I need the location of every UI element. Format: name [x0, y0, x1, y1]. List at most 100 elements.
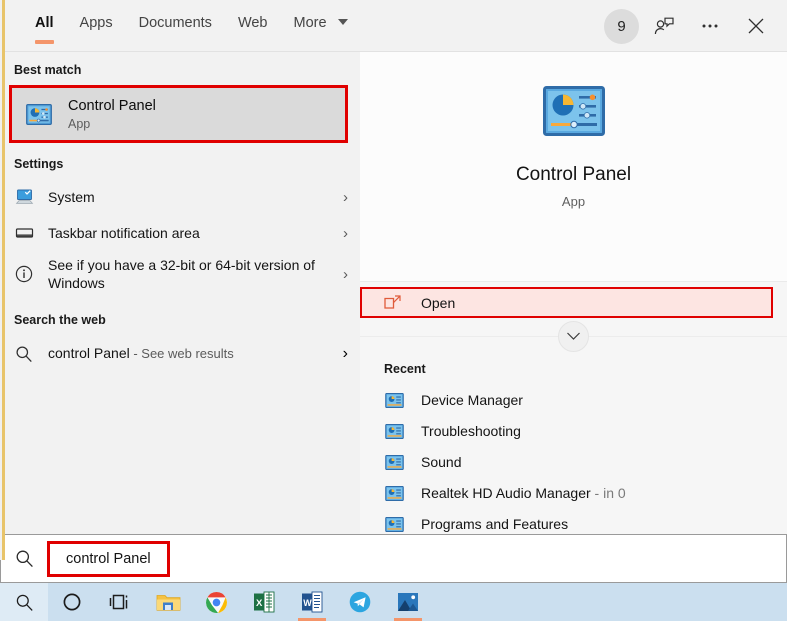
chevron-right-icon: › [343, 225, 348, 242]
filter-tabs: All Apps Documents Web More [22, 0, 361, 52]
control-panel-icon [385, 424, 404, 439]
tab-more-label: More [294, 15, 327, 31]
taskbar-excel-button[interactable]: X [240, 583, 288, 621]
taskbar-telegram-button[interactable] [336, 583, 384, 621]
recent-item[interactable]: Programs and Features [360, 509, 787, 534]
best-match-heading: Best match [0, 52, 360, 85]
search-icon [14, 345, 34, 363]
chevron-right-icon: › [343, 266, 348, 283]
preview-subtitle: App [562, 194, 585, 209]
settings-item-system[interactable]: System › [0, 179, 360, 215]
tab-all-label: All [35, 15, 54, 31]
chevron-right-icon: › [343, 189, 348, 206]
cortana-icon [62, 592, 82, 612]
close-icon [745, 15, 767, 37]
header-actions: 9 [604, 0, 777, 52]
tab-web-label: Web [238, 15, 268, 31]
svg-text:X: X [256, 598, 263, 609]
tab-documents[interactable]: Documents [126, 0, 225, 52]
person-feedback-icon [653, 15, 675, 37]
tab-all[interactable]: All [22, 0, 67, 52]
recent-item-label: Realtek HD Audio Manager [421, 485, 591, 501]
search-icon [15, 593, 34, 612]
best-match-texts: Control Panel App [68, 98, 156, 131]
search-header: All Apps Documents Web More [0, 0, 787, 52]
settings-heading: Settings [0, 143, 360, 179]
expand-more-button[interactable] [558, 321, 589, 352]
tab-documents-label: Documents [139, 15, 212, 31]
taskbar-cortana-button[interactable] [48, 583, 96, 621]
chevron-down-icon [338, 19, 348, 25]
taskbar-file-explorer-button[interactable] [144, 583, 192, 621]
search-web-heading: Search the web [0, 297, 360, 335]
tab-apps[interactable]: Apps [67, 0, 126, 52]
file-explorer-icon [156, 592, 181, 613]
taskbar-search-box[interactable]: control Panel [0, 534, 787, 583]
settings-item-taskbar-notification-area[interactable]: Taskbar notification area › [0, 215, 360, 251]
tab-web[interactable]: Web [225, 0, 281, 52]
photos-icon [397, 591, 419, 613]
settings-item-taskbar-label: Taskbar notification area [48, 224, 329, 242]
results-list-pane: Best match [0, 52, 360, 534]
taskbar-icon [14, 226, 34, 240]
recent-item[interactable]: Device Manager [360, 385, 787, 416]
control-panel-icon [385, 486, 404, 501]
recent-item-label: Sound [421, 454, 461, 470]
open-action-wrapper: Open [360, 282, 787, 318]
control-panel-icon [385, 455, 404, 470]
control-panel-icon [385, 393, 404, 408]
info-icon [14, 265, 34, 283]
avatar[interactable]: 9 [604, 9, 639, 44]
taskbar-search-icon-button[interactable] [0, 583, 48, 621]
web-result-query: control Panel [48, 345, 130, 361]
recent-item[interactable]: Realtek HD Audio Manager - in 0 [360, 478, 787, 509]
recent-item[interactable]: Troubleshooting [360, 416, 787, 447]
tab-apps-label: Apps [80, 15, 113, 31]
word-icon: W [301, 591, 323, 613]
taskbar-chrome-button[interactable] [192, 583, 240, 621]
settings-item-bit-version-label: See if you have a 32-bit or 64-bit versi… [48, 256, 329, 292]
control-panel-icon [26, 104, 52, 125]
monitor-icon [14, 189, 34, 205]
taskbar-word-button[interactable]: W [288, 583, 336, 621]
more-options-button[interactable] [689, 5, 731, 47]
taskbar-photos-button[interactable] [384, 583, 432, 621]
excel-icon: X [253, 591, 275, 613]
left-edge-inner [0, 0, 2, 560]
search-flyout-panel: All Apps Documents Web More [0, 0, 787, 534]
telegram-icon [349, 591, 371, 613]
svg-text:W: W [303, 598, 312, 608]
control-panel-icon [385, 517, 404, 532]
close-button[interactable] [735, 5, 777, 47]
avatar-badge: 9 [617, 18, 625, 35]
app-preview-card: Control Panel App [360, 52, 787, 282]
web-result-suffix: - See web results [130, 346, 234, 361]
expand-more-row [360, 318, 787, 354]
taskbar-task-view-button[interactable] [96, 583, 144, 621]
feedback-button[interactable] [643, 5, 685, 47]
chevron-down-icon [566, 331, 581, 341]
search-icon [1, 549, 47, 568]
control-panel-icon [543, 86, 605, 136]
best-match-highlight: Control Panel App [9, 85, 348, 143]
search-input[interactable]: control Panel [66, 551, 151, 567]
open-button[interactable]: Open [360, 287, 773, 318]
best-match-item-control-panel[interactable]: Control Panel App [9, 85, 348, 143]
recent-item[interactable]: Sound [360, 447, 787, 478]
best-match-title: Control Panel [68, 98, 156, 114]
recent-heading: Recent [360, 354, 787, 385]
settings-item-system-label: System [48, 188, 329, 206]
settings-item-bit-version[interactable]: See if you have a 32-bit or 64-bit versi… [0, 251, 360, 297]
recent-item-suffix: - in 0 [591, 485, 626, 501]
chevron-right-icon: › [343, 345, 348, 363]
task-view-icon [109, 593, 131, 611]
windows-taskbar: X W [0, 583, 787, 621]
tab-active-underline [35, 40, 54, 44]
recent-item-label: Device Manager [421, 392, 523, 408]
chrome-icon [205, 591, 228, 614]
recent-item-label: Programs and Features [421, 516, 568, 532]
search-input-highlight[interactable]: control Panel [47, 541, 170, 577]
web-result-item[interactable]: control Panel - See web results › [0, 335, 360, 373]
preview-title: Control Panel [516, 164, 631, 186]
tab-more[interactable]: More [281, 0, 361, 52]
